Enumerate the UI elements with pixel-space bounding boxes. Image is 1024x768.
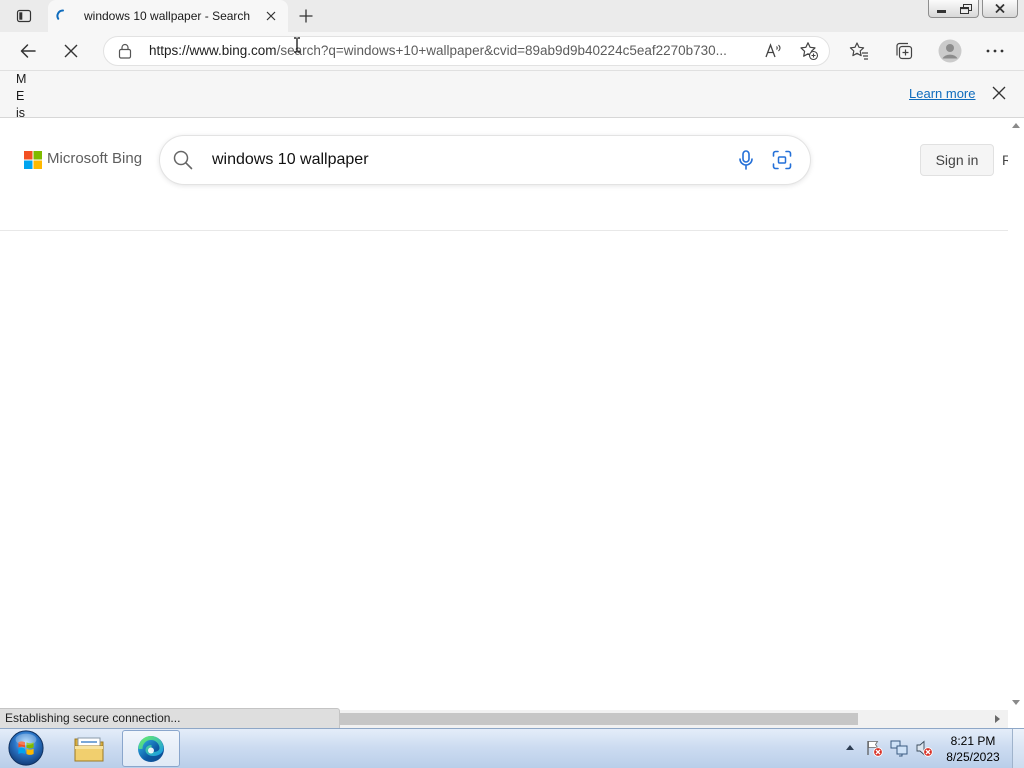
scroll-up-arrow[interactable] [1012,123,1020,128]
add-favorite-button[interactable] [798,40,820,62]
close-icon [995,4,1005,13]
settings-and-more-button[interactable] [981,36,1009,66]
lock-icon [118,43,132,59]
learn-more-link[interactable]: Learn more [909,86,975,102]
tab-actions-button[interactable] [12,5,36,27]
header-divider [0,230,1008,231]
stop-icon [64,44,78,58]
microsoft-logo-icon[interactable] [24,151,42,169]
bing-brand-name[interactable]: Microsoft Bing [47,149,142,169]
back-button[interactable] [12,35,44,67]
screen: windows 10 wallpaper - Search https://ww… [0,0,1024,768]
tab-strip: windows 10 wallpaper - Search [0,0,1024,32]
taskbar-file-explorer[interactable] [67,730,111,767]
close-icon [266,11,276,21]
new-tab-button[interactable] [294,4,318,28]
clock-date: 8/25/2023 [946,750,1000,764]
more-icon [986,49,1004,53]
search-input[interactable] [212,136,712,184]
add-favorite-icon [800,42,819,61]
tray-network[interactable] [890,739,908,757]
read-aloud-icon [765,43,781,58]
action-center-flag-icon [867,741,883,757]
browser-toolbar: https://www.bing.com/search?q=windows+10… [0,32,1024,71]
taskbar-microsoft-edge[interactable] [122,730,180,767]
window-close-button[interactable] [982,0,1018,18]
restore-button[interactable] [953,0,979,18]
microphone-icon [739,150,753,170]
info-bar-line: is [16,106,26,118]
scroll-down-arrow[interactable] [1012,700,1020,705]
visual-search-button[interactable] [772,150,792,170]
tab-close-button[interactable] [263,8,279,24]
start-button[interactable] [6,728,46,768]
vertical-scrollbar[interactable] [1008,118,1024,710]
url-path: /search?q=windows+10+wallpaper&cvid=89ab… [276,43,727,58]
info-bar-line: M [16,72,27,86]
profile-icon [938,39,962,63]
network-icon [890,740,908,757]
info-bar-message: M E is [16,71,27,118]
sign-in-button[interactable]: Sign in [920,144,994,176]
minimize-icon [936,10,946,13]
favorites-button[interactable] [845,36,873,66]
status-bubble: Establishing secure connection... [0,708,340,728]
windows-start-icon [8,730,44,766]
page-content: Microsoft Bing windows 10 wallpaper Sign… [0,118,1008,710]
close-icon [992,86,1006,100]
voice-search-button[interactable] [738,150,754,170]
search-box [160,136,810,184]
plus-icon [299,9,313,23]
tray-volume[interactable] [915,739,933,757]
collections-button[interactable] [890,36,918,66]
show-desktop-button[interactable] [1012,729,1024,768]
site-info-button[interactable] [117,43,133,59]
visual-search-icon [772,150,792,170]
taskbar-clock[interactable]: 8:21 PM 8/25/2023 [944,733,1002,765]
file-explorer-icon [74,737,104,761]
search-icon [173,150,193,170]
url-host: https://www.bing.com [149,43,277,58]
read-aloud-button[interactable] [762,40,784,62]
info-bar-close-button[interactable] [989,83,1009,103]
favorites-icon [849,42,868,60]
scrollbar-corner [1008,710,1024,728]
back-arrow-icon [20,44,36,58]
volume-muted-icon [916,740,933,757]
stop-loading-button[interactable] [55,35,87,67]
tab-actions-icon [16,9,32,23]
clock-time: 8:21 PM [950,734,996,748]
edge-icon [138,735,164,762]
scroll-right-arrow[interactable] [995,715,1000,723]
tab-title: windows 10 wallpaper - Search [84,9,251,23]
url-text[interactable]: https://www.bing.com/search?q=windows+10… [149,37,761,65]
info-bar-line: E [16,89,25,103]
tray-action-center[interactable] [865,739,883,757]
taskbar: 8:21 PM 8/25/2023 [0,728,1024,768]
text-cursor-icon [294,37,300,53]
horizontal-scroll-thumb[interactable] [340,713,858,725]
profile-button[interactable] [936,36,964,66]
loading-spinner-icon [56,9,64,20]
collections-icon [896,42,913,60]
tab-active[interactable]: windows 10 wallpaper - Search [48,0,288,32]
info-bar: M E is Learn more [0,71,1024,118]
minimize-button[interactable] [928,0,954,18]
restore-icon [959,3,972,14]
search-button[interactable] [173,150,193,170]
show-hidden-icons-arrow[interactable] [846,745,854,750]
address-bar[interactable]: https://www.bing.com/search?q=windows+10… [103,36,830,66]
